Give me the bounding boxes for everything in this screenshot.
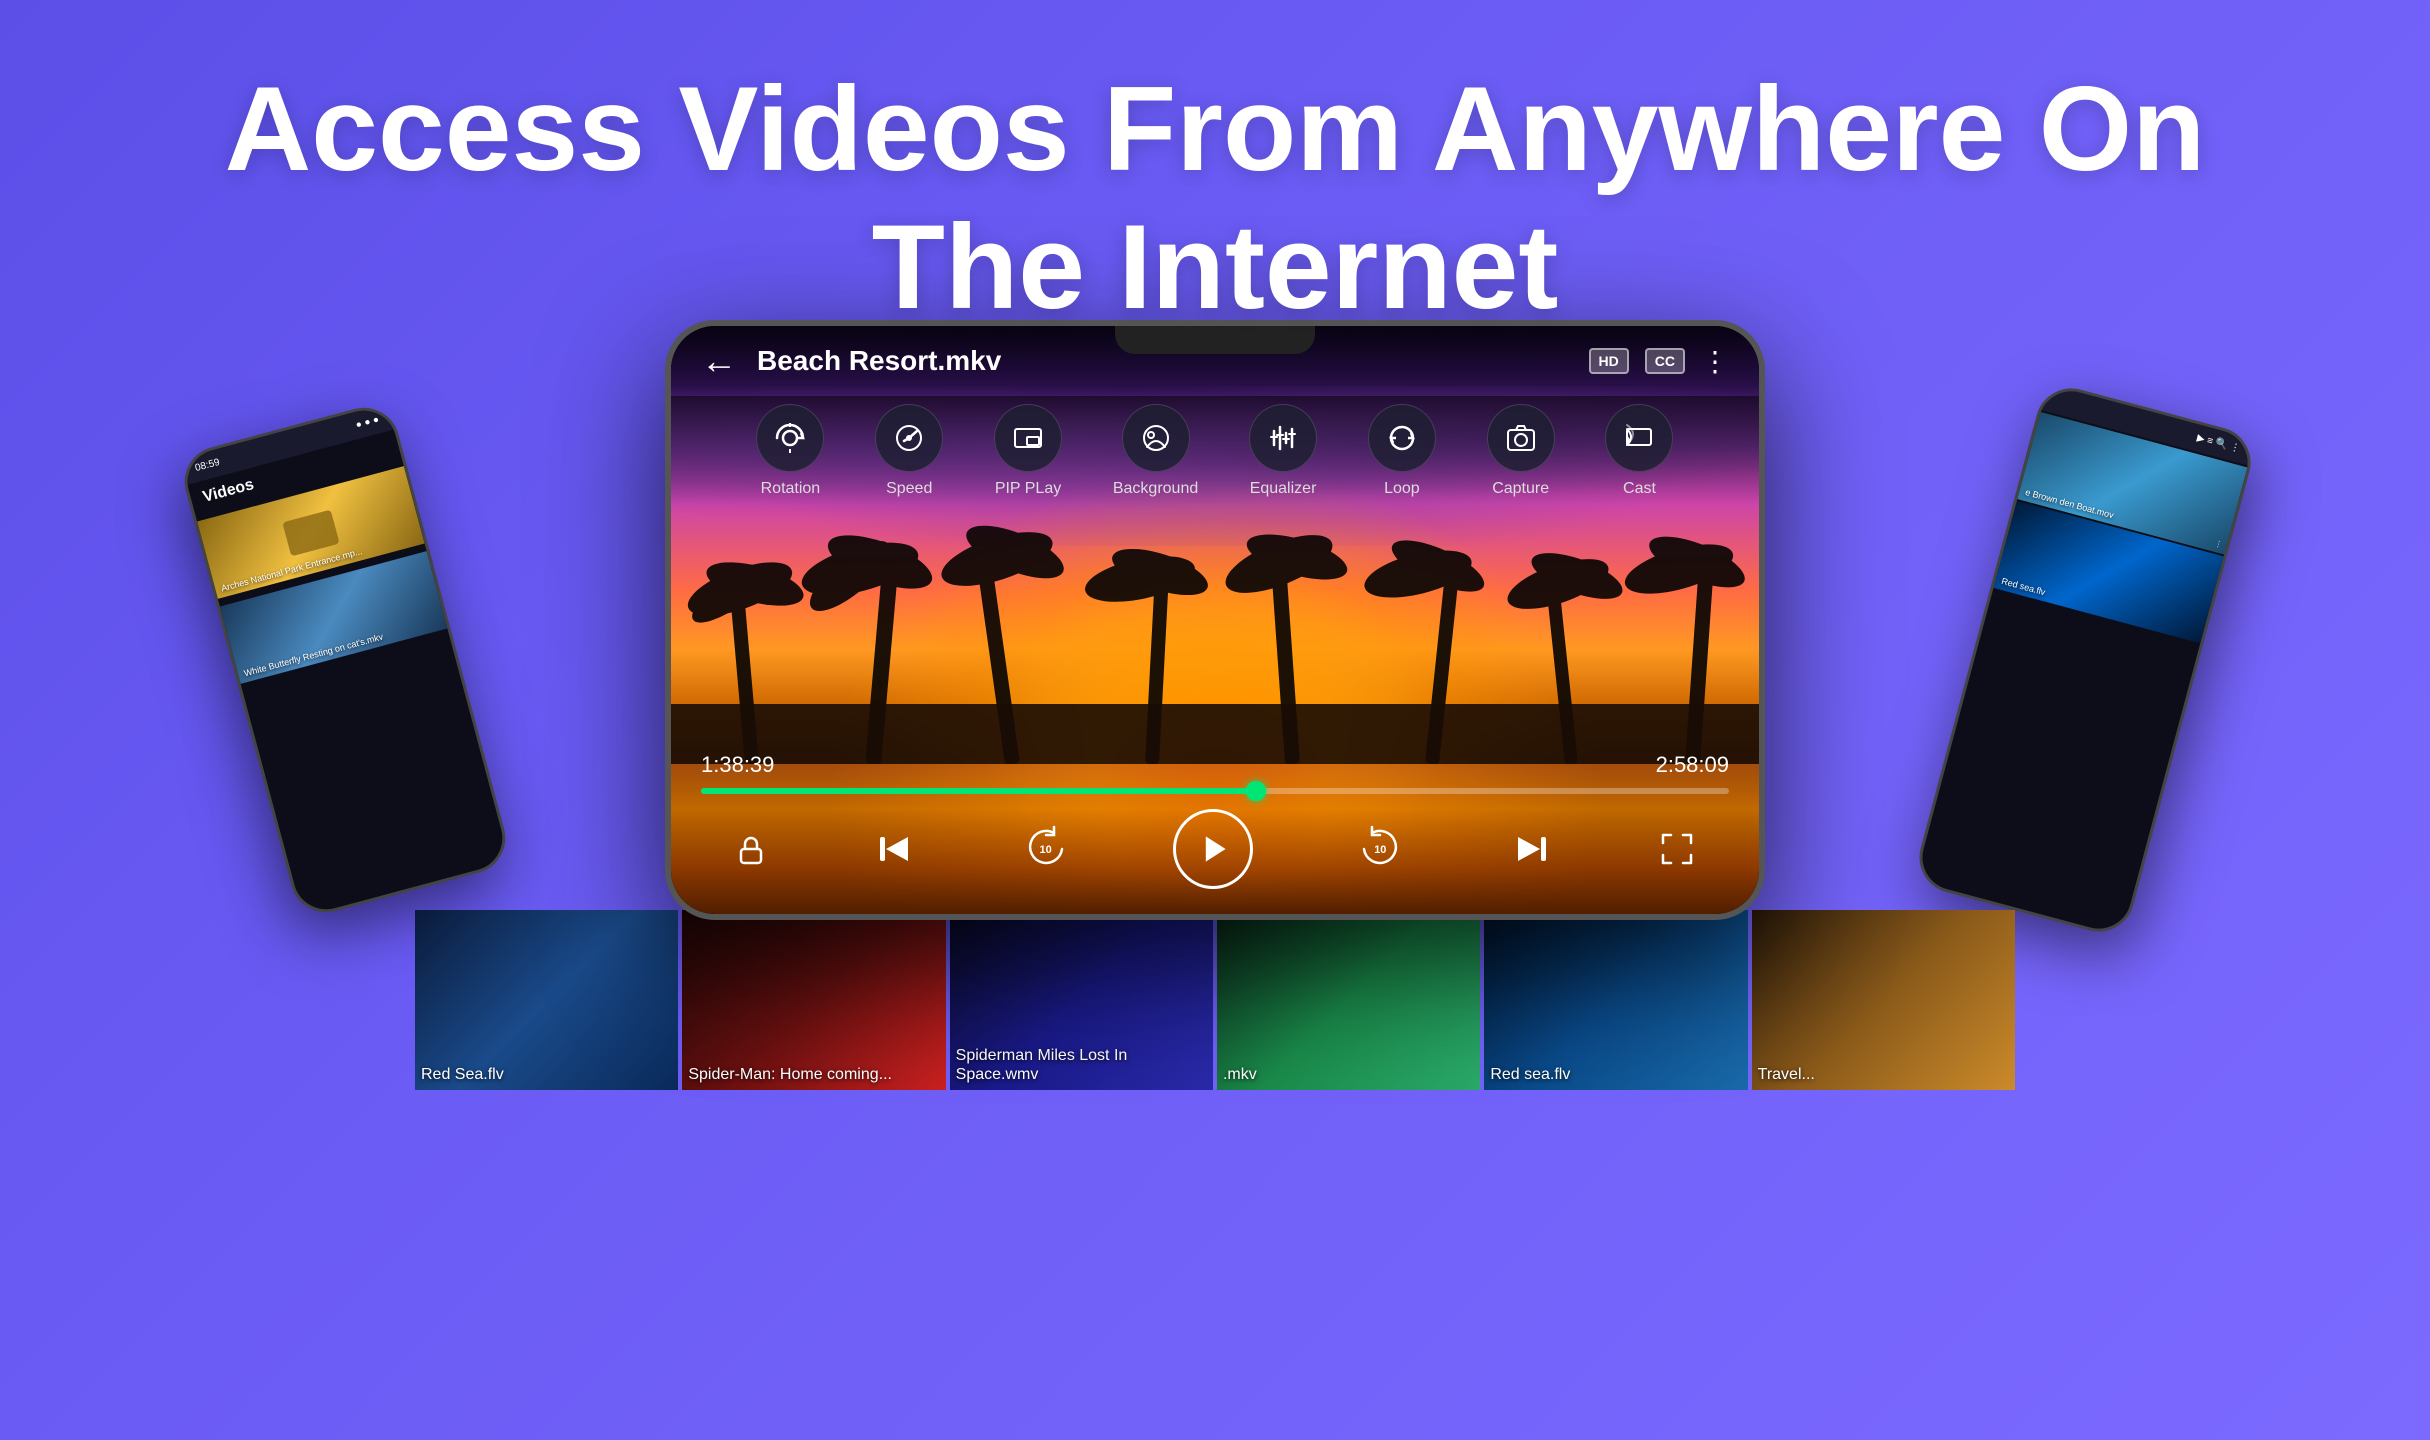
play-icon (1195, 831, 1231, 867)
rotation-icon-circle (756, 404, 824, 472)
pip-icon (1011, 421, 1045, 455)
palm-silhouettes (671, 504, 1759, 764)
thumb-2-label: Spider-Man: Home coming... (688, 1065, 892, 1084)
right-phone-icons: ▶ ≡ 🔍 ⋮ (2196, 433, 2242, 455)
previous-icon (870, 825, 918, 873)
player-screen: ← Beach Resort.mkv HD CC ⋮ (671, 326, 1759, 914)
cast-label: Cast (1623, 480, 1656, 498)
background-icon-circle (1122, 404, 1190, 472)
fullscreen-button[interactable] (1655, 827, 1699, 871)
progress-fill (701, 788, 1266, 794)
fullscreen-icon (1655, 827, 1699, 871)
capture-icon (1504, 421, 1538, 455)
progress-area: 1:38:39 2:58:09 (701, 752, 1729, 794)
menu-button[interactable]: ⋮ (1701, 345, 1729, 378)
thumb-6-label: Travel... (1758, 1065, 1815, 1084)
progress-track[interactable] (701, 788, 1729, 794)
time-current: 1:38:39 (701, 752, 774, 778)
rotation-label: Rotation (761, 480, 821, 498)
background-icon (1139, 421, 1173, 455)
next-button[interactable] (1508, 825, 1556, 873)
loop-icon (1385, 421, 1419, 455)
control-cast[interactable]: Cast (1605, 404, 1673, 498)
thumb-3-label: Spiderman Miles Lost In Space.wmv (956, 1046, 1213, 1084)
thumbnails-strip: Red Sea.flv Spider-Man: Home coming... S… (415, 910, 2015, 1090)
speed-label: Speed (886, 480, 932, 498)
back-button[interactable]: ← (701, 340, 737, 382)
next-icon (1508, 825, 1556, 873)
thumb-mkv[interactable]: .mkv (1217, 910, 1480, 1090)
background-label: Background (1113, 480, 1198, 498)
cc-badge: CC (1645, 348, 1685, 374)
cast-icon-circle (1605, 404, 1673, 472)
time-total: 2:58:09 (1656, 752, 1729, 778)
progress-thumb[interactable] (1246, 781, 1266, 801)
control-loop[interactable]: Loop (1368, 404, 1436, 498)
capture-label: Capture (1492, 480, 1549, 498)
left-phone-time: 08:59 (194, 457, 221, 474)
equalizer-icon-circle (1249, 404, 1317, 472)
control-background[interactable]: Background (1113, 404, 1198, 498)
thumb-red-sea[interactable]: Red Sea.flv (415, 910, 678, 1090)
control-speed[interactable]: Speed (875, 404, 943, 498)
rewind-label: 10 (1040, 844, 1052, 856)
phones-container: 08:59 ● ● ● Videos Arches National Park … (215, 320, 2215, 1420)
loop-icon-circle (1368, 404, 1436, 472)
rewind-button[interactable]: 10 (1018, 821, 1074, 877)
speed-icon (892, 421, 926, 455)
thumb-1-label: Red Sea.flv (421, 1065, 504, 1084)
control-equalizer[interactable]: Equalizer (1249, 404, 1317, 498)
equalizer-label: Equalizer (1250, 480, 1317, 498)
top-right-icons: HD CC ⋮ (1589, 345, 1729, 378)
lock-button[interactable] (731, 829, 771, 869)
lock-icon (731, 829, 771, 869)
hero-section: Access Videos From Anywhere On The Inter… (0, 0, 2430, 336)
thumb-red-sea-2[interactable]: Red sea.flv (1484, 910, 1747, 1090)
equalizer-icon (1266, 421, 1300, 455)
headline-line2: The Internet (872, 200, 1559, 334)
feature-controls: Rotation Speed (671, 396, 1759, 506)
loop-label: Loop (1384, 480, 1420, 498)
thumb-5-label: Red sea.flv (1490, 1065, 1570, 1084)
pip-label: PIP PLay (995, 480, 1061, 498)
thumb-4-label: .mkv (1223, 1065, 1257, 1084)
thumb-travel[interactable]: Travel... (1752, 910, 2015, 1090)
previous-button[interactable] (870, 825, 918, 873)
control-pip[interactable]: PIP PLay (994, 404, 1062, 498)
headline-line1: Access Videos From Anywhere On (225, 62, 2206, 196)
rotation-icon (773, 421, 807, 455)
forward-button[interactable]: 10 (1352, 821, 1408, 877)
control-capture[interactable]: Capture (1487, 404, 1555, 498)
pip-icon-circle (994, 404, 1062, 472)
left-phone-icons: ● ● ● (355, 414, 381, 431)
phone-left: 08:59 ● ● ● Videos Arches National Park … (177, 400, 514, 921)
playback-controls: 10 10 (671, 804, 1759, 894)
thumb-spiderman[interactable]: Spider-Man: Home coming... (682, 910, 945, 1090)
speed-icon-circle (875, 404, 943, 472)
control-rotation[interactable]: Rotation (756, 404, 824, 498)
phone-right: ▶ ≡ 🔍 ⋮ ⋮ e Brown den Boat.mov Red sea.f… (1911, 380, 2258, 939)
hd-badge: HD (1589, 348, 1629, 374)
forward-label: 10 (1374, 844, 1386, 856)
cast-icon (1622, 421, 1656, 455)
play-pause-button[interactable] (1173, 809, 1253, 889)
capture-icon-circle (1487, 404, 1555, 472)
thumb-spiderman-miles[interactable]: Spiderman Miles Lost In Space.wmv (950, 910, 1213, 1090)
phone-main: ← Beach Resort.mkv HD CC ⋮ (665, 320, 1765, 920)
time-row: 1:38:39 2:58:09 (701, 752, 1729, 778)
